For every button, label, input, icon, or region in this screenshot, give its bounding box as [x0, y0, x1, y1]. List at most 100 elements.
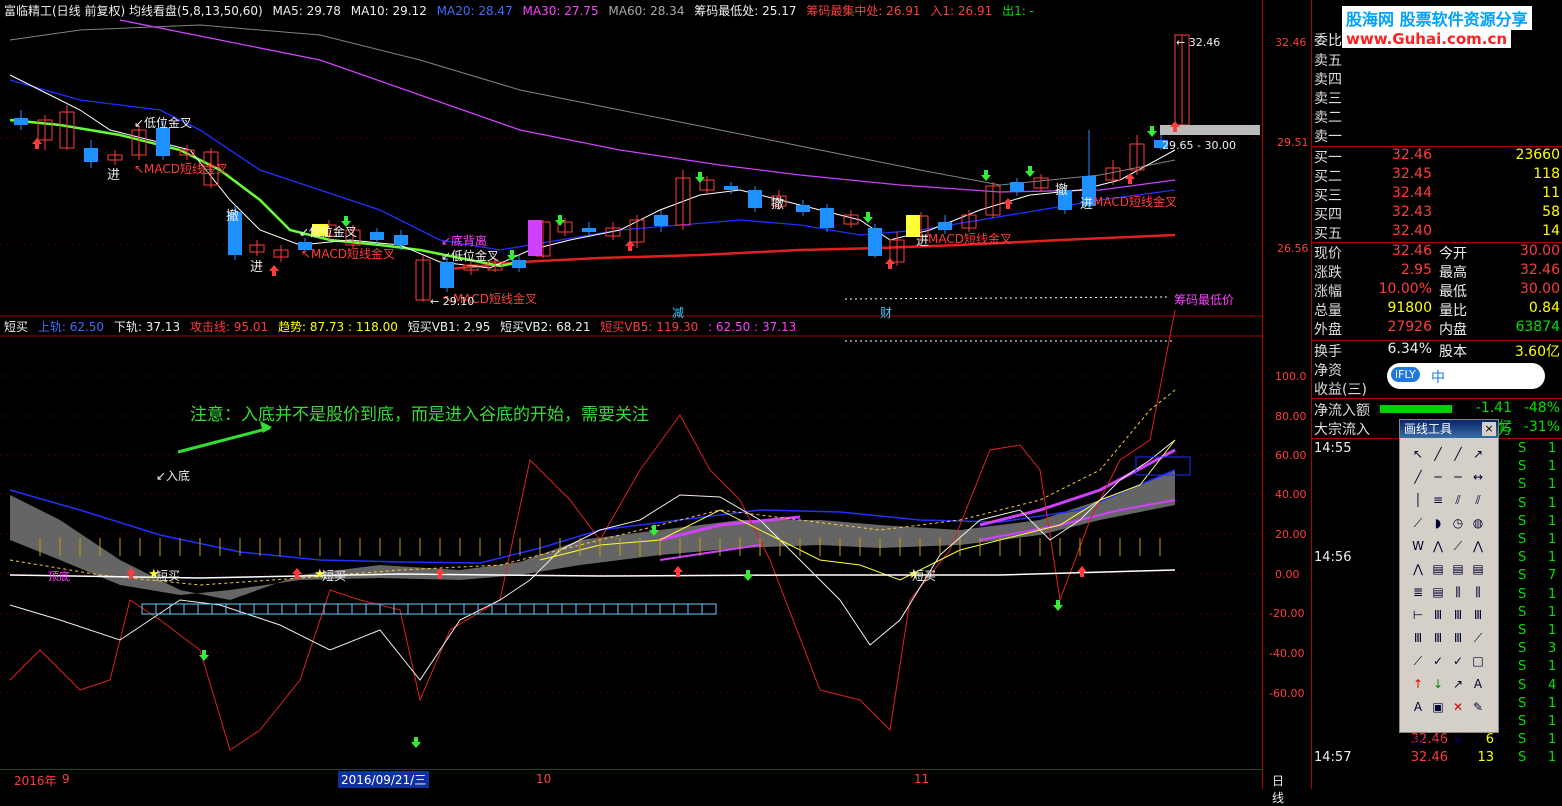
candle-body	[512, 260, 526, 268]
drawing-tool-icon[interactable]: ▣	[1448, 729, 1468, 749]
drawing-tool-icon[interactable]: ⫽	[1468, 490, 1488, 510]
drawing-tool-icon[interactable]: ⫼	[1468, 582, 1488, 602]
drawing-tool-icon[interactable]: ↑	[1408, 674, 1428, 694]
trade-side: S	[1518, 641, 1527, 657]
enter-label-2: 进	[250, 260, 264, 275]
drawing-tool-icon[interactable]: ╱	[1408, 467, 1428, 487]
drawing-tool-icon[interactable]: ↗	[1468, 444, 1488, 464]
drawing-tool-icon[interactable]: □	[1468, 651, 1488, 671]
sell-arrow	[1053, 600, 1063, 611]
drawing-tool-icon[interactable]: ▭	[1428, 729, 1448, 749]
drawing-tool-icon[interactable]: ▤	[1428, 582, 1448, 602]
indicator-name: 短买	[4, 320, 29, 334]
quote-label-left: 外盘	[1314, 322, 1342, 338]
trade-side: S	[1518, 732, 1527, 748]
drawing-tool-icon[interactable]: ≡	[1428, 490, 1448, 510]
drawing-tool-icon[interactable]: ─	[1448, 467, 1468, 487]
lower-rail: 下轨: 37.13	[113, 320, 181, 334]
candle-body	[1010, 182, 1024, 192]
month-10: 10	[536, 772, 552, 786]
period-label[interactable]: 日线	[1272, 772, 1284, 806]
trade-side: S	[1518, 477, 1527, 493]
drawing-tool-icon[interactable]: ◗	[1428, 513, 1448, 533]
axis-ind-8: -60.00	[1269, 687, 1305, 700]
quote-row: 外盘 27926 内盘 63874	[1312, 319, 1562, 338]
drawing-tool-icon[interactable]: Ⅲ	[1448, 628, 1468, 648]
buy-price: 32.40	[1391, 223, 1432, 239]
axis-ind-1: 80.00	[1275, 410, 1307, 423]
drawing-tool-icon[interactable]: A	[1468, 674, 1488, 694]
drawing-tool-icon[interactable]: ↔	[1468, 467, 1488, 487]
drawing-tool-icon[interactable]: ◍	[1468, 513, 1488, 533]
ime-chinese[interactable]: 中	[1431, 367, 1445, 387]
macd-gold-label-4: MACD短线金叉	[928, 232, 1012, 246]
drawing-tool-icon[interactable]: ⊢	[1408, 605, 1428, 625]
close-button[interactable]: ×	[1482, 422, 1496, 436]
quote-label-left: 现价	[1314, 246, 1342, 262]
sell-arrow	[1147, 126, 1157, 137]
sell-arrow	[695, 172, 705, 183]
buy-label: 买一	[1314, 150, 1342, 166]
drawing-tool-icon[interactable]: Ⅲ	[1428, 605, 1448, 625]
drawing-tool-icon[interactable]: ✓	[1448, 651, 1468, 671]
drawing-tool-icon[interactable]: │	[1408, 490, 1428, 510]
drawing-tool-icon[interactable]: ≣	[1408, 582, 1428, 602]
candle-body	[938, 222, 952, 230]
drawing-tool-icon[interactable]: Ⅲ	[1468, 605, 1488, 625]
drawing-tool-icon[interactable]: ⟋	[1408, 513, 1428, 533]
drawing-tool-icon[interactable]: ⟋	[1408, 651, 1428, 671]
ime-bar[interactable]: iFLY 中	[1387, 363, 1545, 389]
drawing-tool-icon[interactable]: ⫽	[1448, 490, 1468, 510]
drawing-tool-icon[interactable]: ⋀	[1428, 536, 1448, 556]
gray-band	[10, 470, 1175, 600]
trade-side: S	[1518, 695, 1527, 711]
drawing-tool-icon[interactable]: ↖	[1408, 444, 1428, 464]
axis-price-low: 26.56	[1277, 242, 1309, 255]
macd-gold-label-1: ↖MACD短线金叉	[134, 162, 229, 176]
trade-count: 1	[1548, 477, 1557, 493]
drawing-tool-icon[interactable]: ◷	[1448, 513, 1468, 533]
drawing-tool-icon[interactable]: ▤	[1468, 559, 1488, 579]
candle-body	[796, 205, 810, 212]
drawing-tools-titlebar[interactable]: 画线工具 ×	[1400, 420, 1498, 438]
drawing-tool-icon[interactable]: ─	[1428, 467, 1448, 487]
candle-body	[654, 215, 668, 226]
drawing-tool-icon[interactable]: ✎	[1468, 697, 1488, 717]
drawing-tool-icon[interactable]: ╱	[1448, 444, 1468, 464]
drawing-tool-icon[interactable]: ✕	[1448, 697, 1468, 717]
date-axis[interactable]: 2016年 9 2016/09/21/三 10 11 日线	[0, 769, 1284, 805]
drawing-tool-icon[interactable]: ⫼	[1448, 582, 1468, 602]
price-axis: 32.46 29.51 26.56 100.0 80.00 60.00 40.0…	[1262, 0, 1311, 789]
drawing-tool-icon[interactable]	[1468, 720, 1488, 740]
drawing-tool-icon[interactable]: ▤	[1448, 559, 1468, 579]
drawing-tool-icon[interactable]: W	[1408, 536, 1428, 556]
drawing-tool-icon[interactable]: ⟋	[1468, 628, 1488, 648]
drawing-tool-icon[interactable]: ⋀	[1408, 559, 1428, 579]
zero-line	[9, 569, 1176, 579]
drawing-tool-icon[interactable]: ▤	[1408, 729, 1428, 749]
sell-label: 卖三	[1314, 91, 1342, 107]
drawing-tool-icon[interactable]: A	[1408, 697, 1428, 717]
drawing-tool-icon[interactable]: ▣	[1428, 697, 1448, 717]
drawing-tool-icon[interactable]: ⟋	[1448, 536, 1468, 556]
short-buy-label-3: 短买	[912, 569, 937, 583]
attack-line: 攻击线: 95.01	[189, 320, 269, 334]
vb5-value: 短买VB5: 119.30	[600, 320, 699, 334]
drawing-tool-icon[interactable]: ↗	[1448, 674, 1468, 694]
drawing-tool-icon[interactable]: ✓	[1428, 651, 1448, 671]
drawing-tool-icon[interactable]: ▤	[1428, 559, 1448, 579]
drawing-tool-icon[interactable]: Ⅲ	[1448, 605, 1468, 625]
netflow-row: 净流入额 -1.41亿 -48%	[1312, 400, 1562, 435]
drawing-tool-icon[interactable]: Ⅲ	[1408, 628, 1428, 648]
drawing-tool-icon[interactable]: ↓	[1428, 674, 1448, 694]
drawing-tool-icon[interactable]: Ⅲ	[1428, 628, 1448, 648]
drawing-tool-icon[interactable]: ╱	[1428, 444, 1448, 464]
drawing-tools-window[interactable]: 画线工具 × ↖ ╱ ╱ ↗╱ ─ ─ ↔│ ≡ ⫽ ⫽⟋ ◗ ◷ ◍W ⋀ ⟋ ⋀⋀ ▤ ▤ ▤≣ ▤ ⫼ ⫼⊢ Ⅲ Ⅲ ⅢⅢ…	[1399, 419, 1499, 746]
buy-label: 买二	[1314, 169, 1342, 185]
buy-label: 买三	[1314, 188, 1342, 204]
kline-chart[interactable]: ★ ★ ★	[0, 0, 1310, 789]
drawing-tool-icon[interactable]: ⋀	[1468, 536, 1488, 556]
ifly-logo[interactable]: iFLY	[1391, 367, 1420, 382]
sell-label: 卖二	[1314, 110, 1342, 126]
candle-body	[440, 262, 454, 288]
